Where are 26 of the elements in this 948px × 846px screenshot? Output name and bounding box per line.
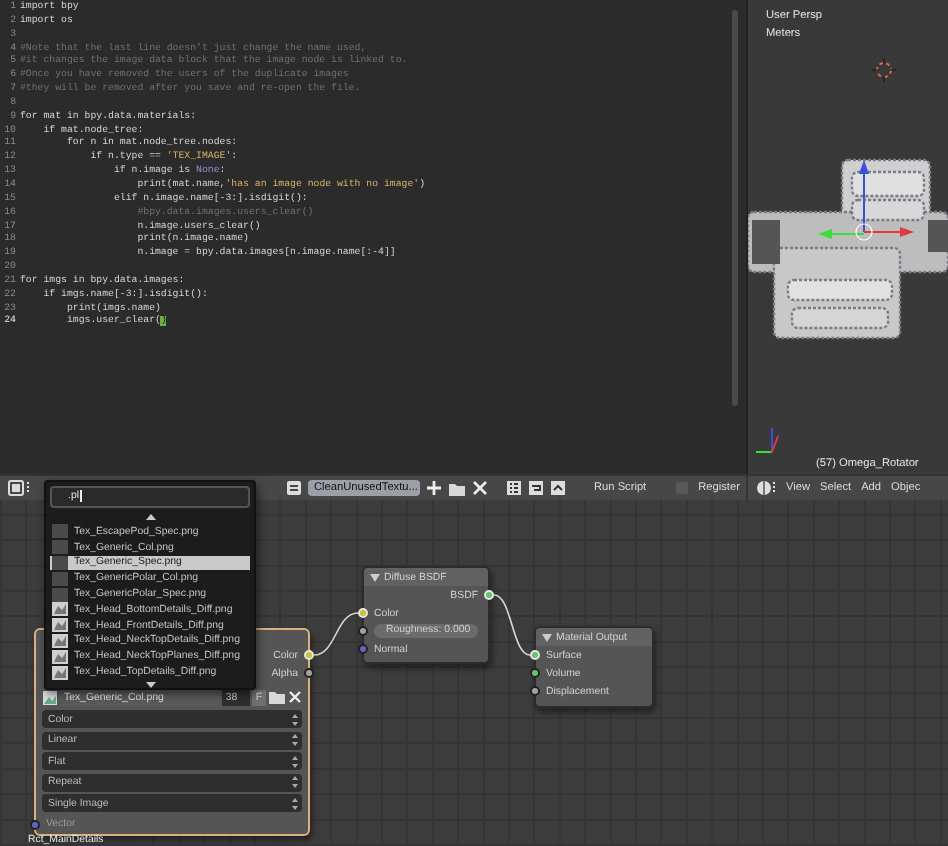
updown-icon — [292, 797, 298, 809]
node-link — [313, 612, 359, 656]
editor-type-icon[interactable] — [8, 480, 30, 496]
updown-icon — [292, 713, 298, 725]
viewport-type-icon[interactable] — [756, 480, 776, 496]
node-link — [493, 594, 531, 656]
collapse-arrow-icon[interactable] — [370, 573, 380, 581]
close-icon[interactable] — [288, 690, 302, 704]
close-icon[interactable] — [472, 480, 488, 496]
socket-icon[interactable] — [358, 626, 368, 636]
syntax-icon[interactable] — [550, 480, 566, 496]
scroll-up-icon[interactable] — [145, 513, 155, 519]
collapse-arrow-icon[interactable] — [542, 633, 552, 641]
folder-icon[interactable] — [268, 688, 287, 706]
updown-icon — [292, 755, 298, 767]
socket-icon[interactable] — [304, 668, 314, 678]
text-browse-icon[interactable] — [286, 480, 302, 496]
updown-icon — [292, 776, 298, 788]
socket-icon[interactable] — [530, 668, 540, 678]
socket-icon[interactable] — [530, 686, 540, 696]
3d-cursor-icon — [872, 58, 896, 82]
add-icon[interactable] — [426, 480, 442, 496]
image-browse-icon[interactable] — [42, 689, 58, 705]
line-numbers-icon[interactable] — [506, 480, 522, 496]
word-wrap-icon[interactable] — [528, 480, 544, 496]
updown-icon — [292, 734, 298, 746]
